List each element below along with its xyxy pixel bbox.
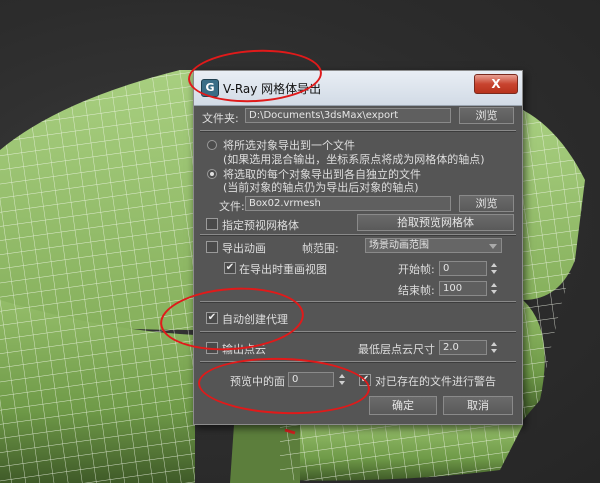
radio-single-file[interactable] [207, 140, 217, 150]
ok-button[interactable]: 确定 [369, 396, 437, 415]
file-label: 文件: [219, 200, 245, 213]
warn-existing-label: 对已存在的文件进行警告 [375, 375, 496, 388]
radio-separate-files-note: (当前对象的轴点仍为导出后对象的轴点) [223, 181, 419, 194]
cancel-button[interactable]: 取消 [443, 396, 513, 415]
min-cloud-size-input[interactable]: 2.0 [439, 340, 487, 355]
folder-input[interactable]: D:\Documents\3dsMax\export [245, 108, 451, 123]
export-animation-label: 导出动画 [222, 242, 266, 255]
divider [200, 234, 516, 236]
folder-label: 文件夹: [202, 112, 239, 125]
end-frame-label: 结束帧: [398, 284, 435, 297]
close-icon: X [491, 77, 501, 91]
divider [200, 130, 516, 132]
start-frame-label: 开始帧: [398, 263, 435, 276]
redraw-viewport-checkbox[interactable]: ✔ [224, 262, 236, 274]
preview-mesh-checkbox[interactable] [206, 218, 218, 230]
folder-browse-button[interactable]: 浏览 [459, 107, 514, 124]
end-frame-spinner[interactable] [490, 281, 498, 296]
min-cloud-size-spinner[interactable] [490, 340, 498, 355]
close-button[interactable]: X [474, 74, 518, 94]
redraw-viewport-label: 在导出时重画视图 [239, 263, 327, 276]
frame-range-dropdown[interactable]: 场景动画范围 [365, 238, 502, 253]
start-frame-spinner[interactable] [490, 261, 498, 276]
end-frame-input[interactable]: 100 [439, 281, 487, 296]
frame-range-label: 帧范围: [302, 242, 339, 255]
min-cloud-size-label: 最低层点云尺寸 [358, 343, 435, 356]
radio-single-file-note: (如果选用混合输出，坐标系原点将成为网格体的轴点) [223, 153, 485, 166]
file-browse-button[interactable]: 浏览 [459, 195, 514, 212]
frame-range-value: 场景动画范围 [369, 240, 429, 251]
pick-preview-mesh-button[interactable]: 拾取预览网格体 [357, 214, 514, 231]
preview-mesh-label: 指定预视网格体 [222, 219, 299, 232]
start-frame-input[interactable]: 0 [439, 261, 487, 276]
file-input[interactable]: Box02.vrmesh [245, 196, 451, 211]
radio-separate-files[interactable] [207, 169, 217, 179]
export-animation-checkbox[interactable] [206, 241, 218, 253]
chevron-down-icon [489, 244, 497, 249]
